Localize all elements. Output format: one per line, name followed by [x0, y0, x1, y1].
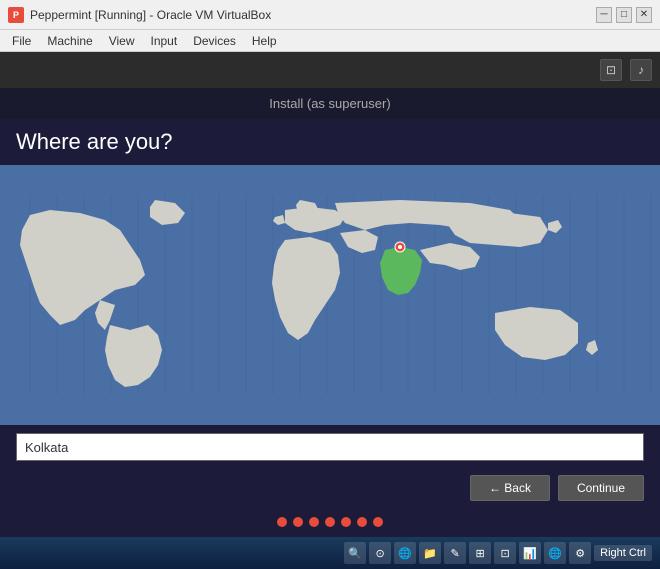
- close-button[interactable]: ✕: [636, 7, 652, 23]
- progress-dot-1: [277, 517, 287, 527]
- progress-dot-3: [309, 517, 319, 527]
- menubar: File Machine View Input Devices Help: [0, 30, 660, 52]
- vm-content: Install (as superuser) Where are you?: [0, 88, 660, 537]
- taskbar-icon-4[interactable]: 📁: [419, 542, 441, 564]
- location-bar: [0, 425, 660, 469]
- taskbar-icon-7[interactable]: ⊡: [494, 542, 516, 564]
- taskbar-icon-2[interactable]: ⊙: [369, 542, 391, 564]
- menu-file[interactable]: File: [4, 32, 39, 50]
- location-input[interactable]: [16, 433, 644, 461]
- taskbar-icon-8[interactable]: 📊: [519, 542, 541, 564]
- progress-dot-4: [325, 517, 335, 527]
- taskbar-icon-10[interactable]: ⚙: [569, 542, 591, 564]
- right-ctrl-label: Right Ctrl: [594, 545, 652, 561]
- back-button[interactable]: ← Back: [470, 475, 550, 501]
- taskbar-icon-5[interactable]: ✎: [444, 542, 466, 564]
- restore-button[interactable]: □: [616, 7, 632, 23]
- installer-header-text: Install (as superuser): [269, 96, 390, 111]
- window-controls: ─ □ ✕: [596, 7, 652, 23]
- taskbar: 🔍 ⊙ 🌐 📁 ✎ ⊞ ⊡ 📊 🌐 ⚙ Right Ctrl: [0, 537, 660, 569]
- menu-machine[interactable]: Machine: [39, 32, 100, 50]
- taskbar-icon-6[interactable]: ⊞: [469, 542, 491, 564]
- menu-help[interactable]: Help: [244, 32, 285, 50]
- installer-page-title: Where are you?: [0, 119, 660, 165]
- toolbar: ⊡ ♪: [0, 52, 660, 88]
- taskbar-icon-1[interactable]: 🔍: [344, 542, 366, 564]
- navigation-buttons: ← Back Continue: [0, 469, 660, 511]
- continue-button[interactable]: Continue: [558, 475, 644, 501]
- installer-header: Install (as superuser): [0, 88, 660, 119]
- titlebar: P Peppermint [Running] - Oracle VM Virtu…: [0, 0, 660, 30]
- progress-dot-6: [357, 517, 367, 527]
- minimize-button[interactable]: ─: [596, 7, 612, 23]
- progress-indicator: [0, 511, 660, 537]
- screen-icon[interactable]: ⊡: [600, 59, 622, 81]
- taskbar-icon-9[interactable]: 🌐: [544, 542, 566, 564]
- window-title: Peppermint [Running] - Oracle VM Virtual…: [30, 8, 596, 22]
- menu-input[interactable]: Input: [143, 32, 186, 50]
- world-map[interactable]: [0, 165, 660, 425]
- menu-devices[interactable]: Devices: [185, 32, 244, 50]
- app-icon: P: [8, 7, 24, 23]
- progress-dot-2: [293, 517, 303, 527]
- installer: Install (as superuser) Where are you?: [0, 88, 660, 537]
- progress-dot-5: [341, 517, 351, 527]
- taskbar-icon-3[interactable]: 🌐: [394, 542, 416, 564]
- menu-view[interactable]: View: [101, 32, 143, 50]
- progress-dot-7: [373, 517, 383, 527]
- audio-icon[interactable]: ♪: [630, 59, 652, 81]
